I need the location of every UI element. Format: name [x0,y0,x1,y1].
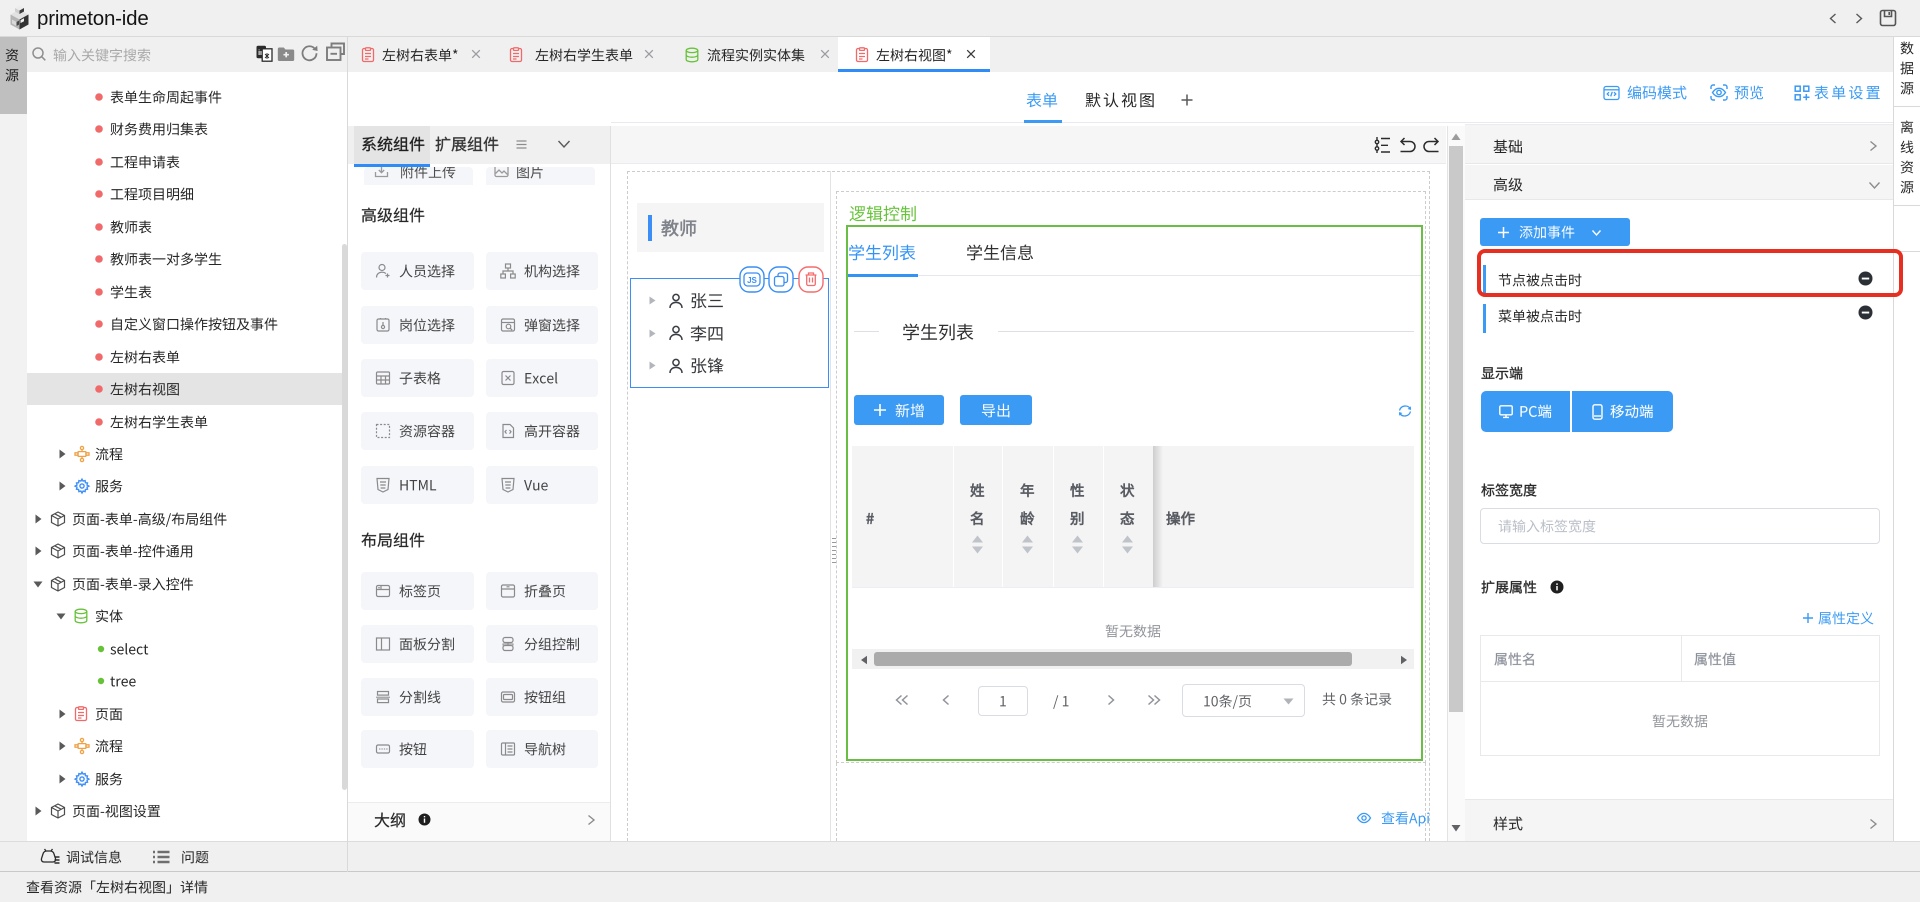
svg-text:JS: JS [747,276,757,285]
